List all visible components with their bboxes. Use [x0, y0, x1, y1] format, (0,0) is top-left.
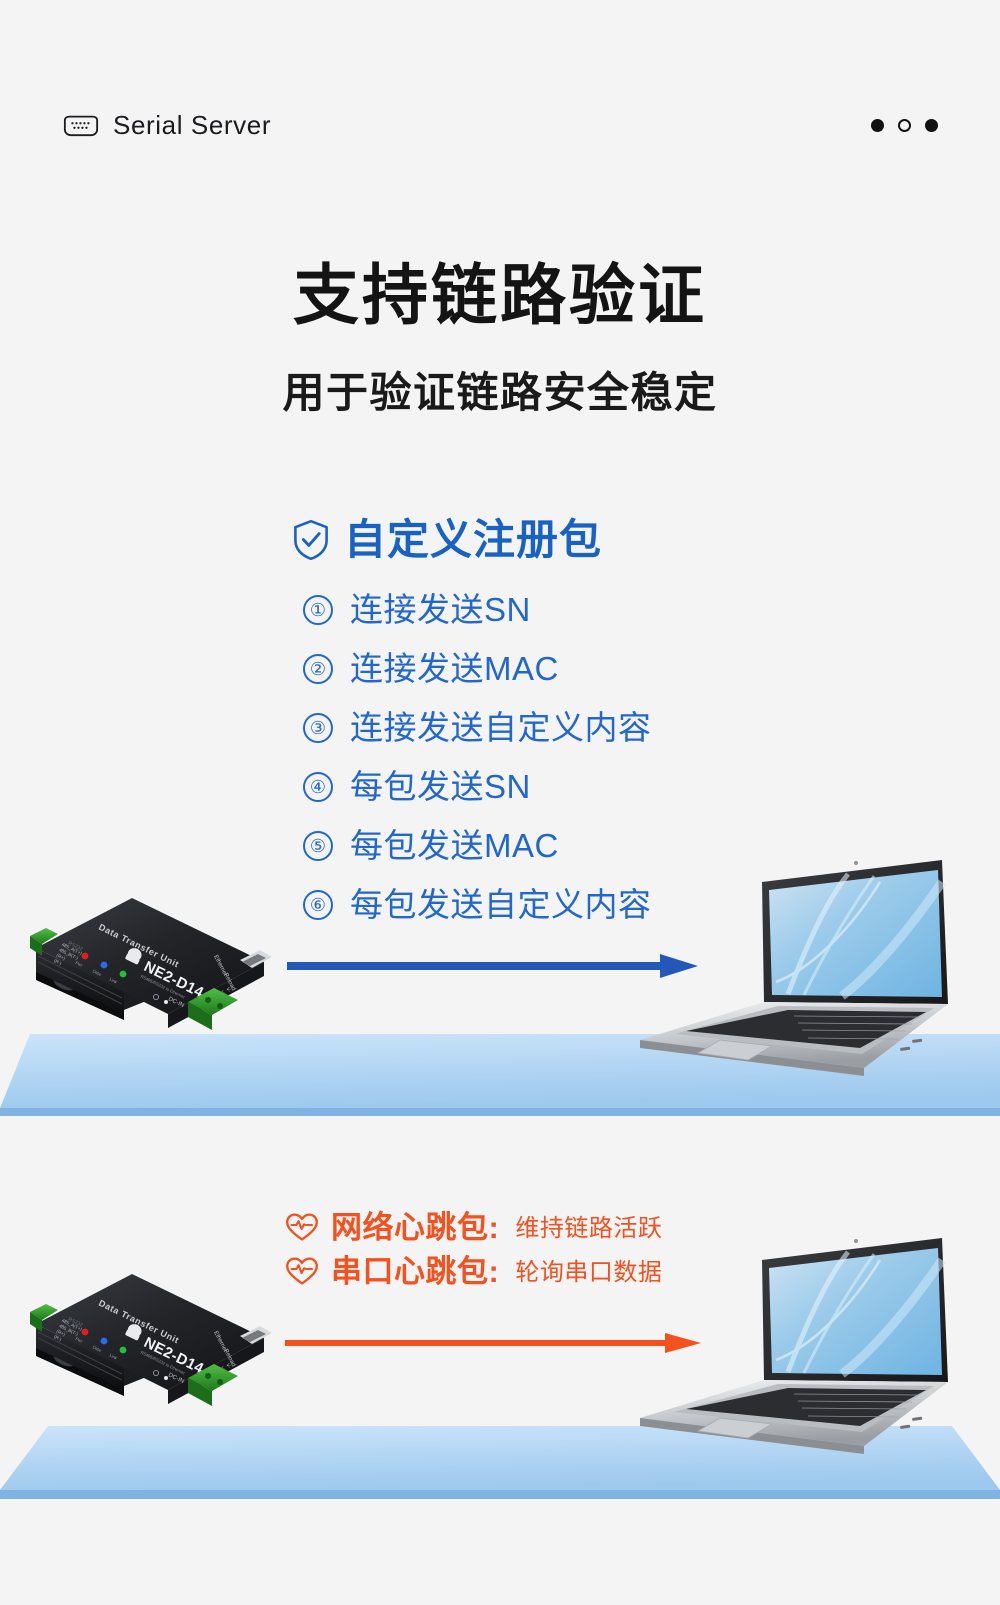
- list-item-label: 每包发送MAC: [350, 827, 559, 864]
- heartbeat-row: 网络心跳包: 维持链路活跃: [285, 1205, 662, 1249]
- heartbeat-block: 网络心跳包: 维持链路活跃 串口心跳包: 轮询串口数据: [285, 1205, 662, 1293]
- register-packet-list: ① 连接发送SN ② 连接发送MAC ③ 连接发送自定义内容 ④ 每包发送SN …: [292, 580, 652, 934]
- brand-name: Serial Server: [113, 110, 272, 140]
- page-subtitle: 用于验证链路安全稳定: [282, 369, 718, 416]
- heart-pulse-icon: [285, 1212, 319, 1242]
- list-item-label: 连接发送自定义内容: [350, 709, 652, 746]
- list-item-number: ⑥: [303, 889, 333, 920]
- laptop-1: [640, 860, 948, 1076]
- list-item-number: ③: [303, 712, 333, 743]
- page-header: Serial Server: [0, 0, 1000, 200]
- heartbeat-title: 串口心跳包:: [331, 1253, 500, 1289]
- list-item-label: 每包发送SN: [350, 768, 531, 805]
- carousel-dots[interactable]: [871, 119, 938, 132]
- list-item: ⑥ 每包发送自定义内容: [292, 875, 652, 934]
- list-item: ② 连接发送MAC: [292, 639, 652, 698]
- dtu-device-2: Data Transfer Unit RS232 NE2-D14 RS485/R…: [30, 1274, 272, 1406]
- laptop-2: [640, 1238, 948, 1454]
- dtu-device-1: Data Transfer Unit RS232 NE2-D14 RS485/R…: [30, 898, 272, 1030]
- db9-serial-connector-icon: [62, 115, 100, 137]
- list-item-label: 连接发送SN: [350, 591, 531, 628]
- list-item-number: ④: [303, 771, 333, 802]
- carousel-dot-2[interactable]: [898, 119, 911, 132]
- product-feature-page: Serial Server 支持链路验证 用于验证链路安全稳定 自定义注册包 ①…: [0, 0, 1000, 1605]
- list-item: ⑤ 每包发送MAC: [292, 816, 652, 875]
- brand: Serial Server: [62, 110, 271, 141]
- shield-check-icon: [292, 519, 330, 561]
- list-item-label: 每包发送自定义内容: [350, 886, 652, 923]
- list-item: ③ 连接发送自定义内容: [292, 698, 652, 757]
- page-title: 支持链路验证: [293, 258, 707, 332]
- list-item: ① 连接发送SN: [292, 580, 652, 639]
- list-item-number: ⑤: [303, 830, 333, 861]
- register-packet-title: 自定义注册包: [344, 516, 603, 563]
- carousel-dot-3[interactable]: [925, 119, 938, 132]
- carousel-dot-1[interactable]: [871, 119, 884, 132]
- list-item: ④ 每包发送SN: [292, 757, 652, 816]
- register-packet-block: 自定义注册包 ① 连接发送SN ② 连接发送MAC ③ 连接发送自定义内容 ④ …: [292, 512, 652, 934]
- heartbeat-title: 网络心跳包:: [331, 1209, 500, 1245]
- list-item-label: 连接发送MAC: [350, 650, 559, 687]
- list-item-number: ①: [303, 594, 333, 625]
- heartbeat-row: 串口心跳包: 轮询串口数据: [285, 1249, 662, 1293]
- register-packet-heading: 自定义注册包: [292, 512, 652, 568]
- list-item-number: ②: [303, 653, 333, 684]
- heart-pulse-icon: [285, 1256, 319, 1286]
